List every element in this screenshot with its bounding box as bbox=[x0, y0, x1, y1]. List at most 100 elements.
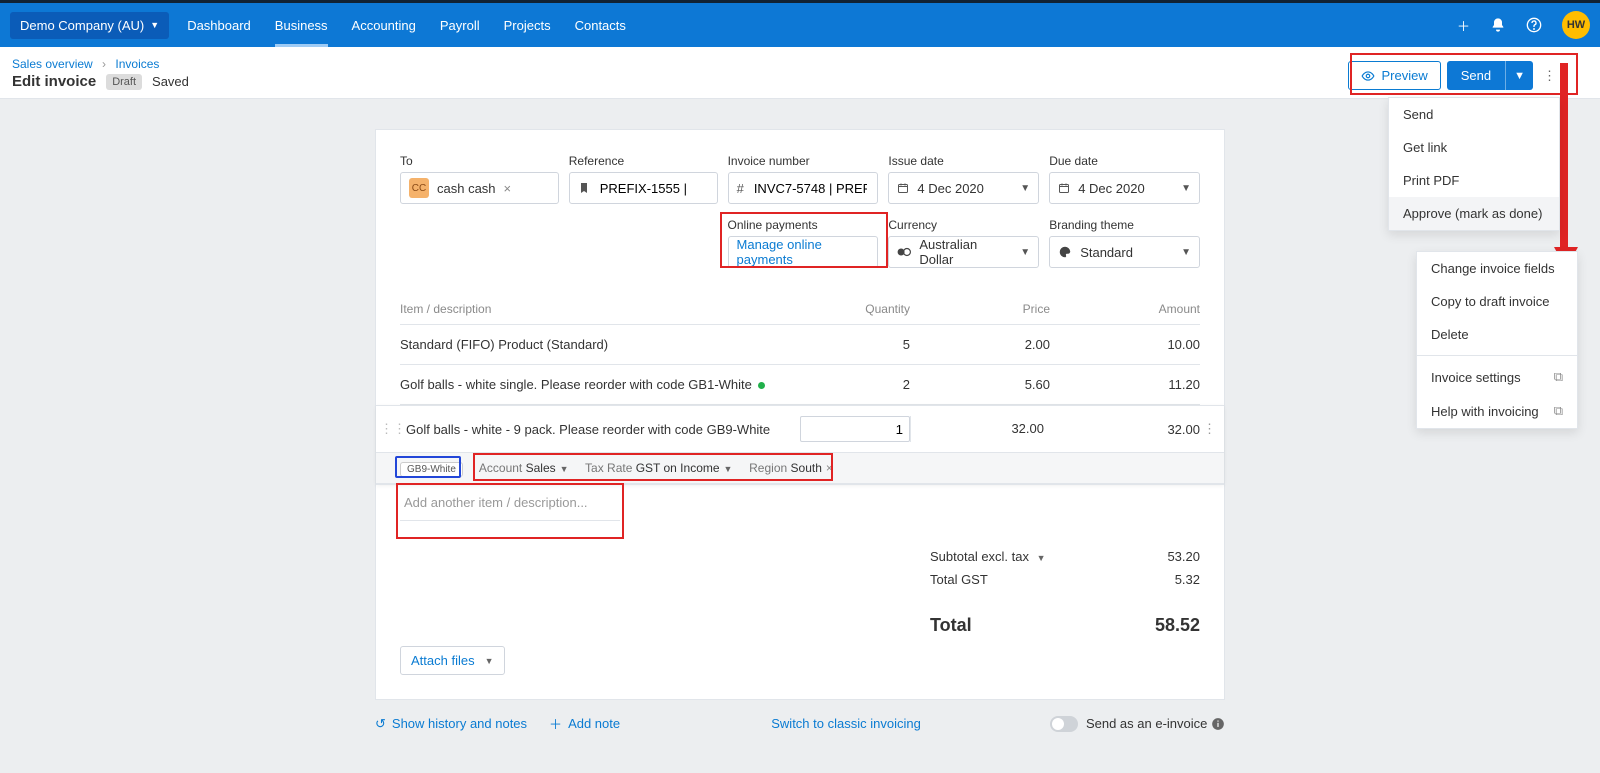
line-row-editing[interactable]: ⋮⋮ Golf balls - white - 9 pack. Please r… bbox=[400, 406, 1200, 452]
reference-label: Reference bbox=[569, 154, 718, 168]
preview-button[interactable]: Preview bbox=[1348, 61, 1440, 90]
menu-print-pdf[interactable]: Print PDF bbox=[1389, 164, 1559, 197]
einvoice-toggle[interactable] bbox=[1050, 716, 1078, 732]
item-code-chip[interactable]: GB9-White bbox=[400, 462, 463, 477]
avatar[interactable]: HW bbox=[1562, 11, 1590, 39]
add-line-input[interactable]: Add another item / description... bbox=[400, 485, 1200, 520]
footer-row: ↺ Show history and notes ＋ Add note Swit… bbox=[375, 714, 1225, 733]
to-label: To bbox=[400, 154, 559, 168]
issue-date-value: 4 Dec 2020 bbox=[917, 181, 984, 196]
nav-projects[interactable]: Projects bbox=[504, 4, 551, 47]
to-value: cash cash bbox=[437, 181, 496, 196]
send-button[interactable]: Send bbox=[1447, 61, 1505, 90]
due-date-input[interactable]: 4 Dec 2020 ▼ bbox=[1049, 172, 1200, 204]
calendar-icon bbox=[897, 182, 909, 194]
hash-icon: # bbox=[737, 181, 744, 196]
row-more-button[interactable]: ⋮ bbox=[1203, 421, 1216, 437]
account-select[interactable]: Sales▼ bbox=[526, 461, 569, 475]
top-nav: Demo Company (AU) ▼ Dashboard Business A… bbox=[0, 3, 1600, 47]
contact-chip: CC bbox=[409, 178, 429, 198]
help-icon[interactable] bbox=[1526, 17, 1542, 33]
due-date-label: Due date bbox=[1049, 154, 1200, 168]
einvoice-label: Send as an e-invoice bbox=[1086, 716, 1207, 731]
clear-icon[interactable]: × bbox=[504, 181, 512, 196]
chevron-down-icon: ▼ bbox=[1181, 247, 1191, 258]
currency-value: Australian Dollar bbox=[919, 237, 1012, 267]
subheader: Sales overview › Invoices Edit invoice D… bbox=[0, 47, 1600, 99]
plus-icon: ＋ bbox=[549, 714, 562, 733]
nav-payroll[interactable]: Payroll bbox=[440, 4, 480, 47]
send-menu: Send Get link Print PDF Approve (mark as… bbox=[1388, 97, 1560, 231]
page-title: Edit invoice bbox=[12, 73, 96, 90]
menu-get-link[interactable]: Get link bbox=[1389, 131, 1559, 164]
menu-copy-draft[interactable]: Copy to draft invoice bbox=[1417, 285, 1577, 318]
col-amount: Amount bbox=[1050, 302, 1200, 316]
bell-icon[interactable] bbox=[1490, 17, 1506, 33]
to-input[interactable]: CC cash cash × bbox=[400, 172, 559, 204]
palette-icon bbox=[1058, 245, 1072, 259]
reference-value[interactable] bbox=[598, 180, 709, 197]
nav-contacts[interactable]: Contacts bbox=[575, 4, 626, 47]
show-history-link[interactable]: ↺ Show history and notes bbox=[375, 716, 527, 732]
online-payments-label: Online payments bbox=[728, 218, 879, 232]
invoice-number-value[interactable] bbox=[752, 180, 870, 197]
invoice-card: To CC cash cash × Reference Invoice numb… bbox=[375, 129, 1225, 700]
tax-rate-select[interactable]: GST on Income▼ bbox=[636, 461, 733, 475]
invoice-number-input[interactable]: # bbox=[728, 172, 879, 204]
status-dot-icon bbox=[758, 382, 765, 389]
online-payments-link[interactable]: Manage online payments bbox=[728, 236, 879, 268]
eye-icon bbox=[1361, 69, 1375, 83]
col-qty: Quantity bbox=[800, 302, 910, 316]
reference-input[interactable] bbox=[569, 172, 718, 204]
currency-label: Currency bbox=[888, 218, 1039, 232]
region-select[interactable]: South× bbox=[791, 461, 833, 475]
preview-label: Preview bbox=[1381, 68, 1427, 83]
nav-accounting[interactable]: Accounting bbox=[352, 4, 416, 47]
attach-files-button[interactable]: Attach files ▼ bbox=[400, 646, 505, 675]
currency-select[interactable]: Australian Dollar ▼ bbox=[888, 236, 1039, 268]
nav-business[interactable]: Business bbox=[275, 4, 328, 47]
history-icon: ↺ bbox=[375, 716, 386, 732]
chevron-down-icon[interactable]: ▼ bbox=[1037, 553, 1046, 563]
line-row[interactable]: Standard (FIFO) Product (Standard) 5 2.0… bbox=[400, 325, 1200, 365]
chevron-down-icon: ▼ bbox=[1020, 247, 1030, 258]
avatar-initials: HW bbox=[1567, 19, 1585, 31]
currency-icon bbox=[897, 247, 911, 257]
switch-classic-link[interactable]: Switch to classic invoicing bbox=[771, 716, 921, 731]
chevron-down-icon: ▼ bbox=[485, 656, 494, 666]
crumb-invoices[interactable]: Invoices bbox=[115, 57, 159, 71]
totals-block: Subtotal excl. tax ▼ 53.20 Total GST 5.3… bbox=[930, 545, 1200, 636]
branding-select[interactable]: Standard ▼ bbox=[1049, 236, 1200, 268]
col-price: Price bbox=[910, 302, 1050, 316]
branding-value: Standard bbox=[1080, 245, 1133, 260]
chevron-down-icon: ▼ bbox=[1020, 183, 1030, 194]
calendar-icon bbox=[1058, 182, 1070, 194]
more-menu: Change invoice fields Copy to draft invo… bbox=[1416, 251, 1578, 429]
crumb-sales[interactable]: Sales overview bbox=[12, 57, 93, 71]
send-dropdown-button[interactable]: ▼ bbox=[1505, 61, 1533, 90]
add-note-link[interactable]: ＋ Add note bbox=[549, 714, 620, 733]
issue-date-input[interactable]: 4 Dec 2020 ▼ bbox=[888, 172, 1039, 204]
menu-delete[interactable]: Delete bbox=[1417, 318, 1577, 351]
external-link-icon: ⧉ bbox=[1554, 403, 1563, 419]
more-button[interactable]: ⋮ bbox=[1539, 62, 1560, 90]
drag-handle-icon[interactable]: ⋮⋮ bbox=[380, 421, 406, 437]
menu-change-fields[interactable]: Change invoice fields bbox=[1417, 252, 1577, 285]
chevron-down-icon: ▼ bbox=[150, 20, 159, 30]
menu-approve[interactable]: Approve (mark as done) bbox=[1389, 197, 1559, 230]
menu-send[interactable]: Send bbox=[1389, 98, 1559, 131]
qty-input[interactable] bbox=[800, 416, 910, 442]
clear-icon[interactable]: × bbox=[826, 461, 833, 475]
line-row[interactable]: Golf balls - white single. Please reorde… bbox=[400, 365, 1200, 405]
saved-label: Saved bbox=[152, 74, 189, 89]
branding-label: Branding theme bbox=[1049, 218, 1200, 232]
plus-icon[interactable]: ＋ bbox=[1457, 16, 1470, 35]
org-name: Demo Company (AU) bbox=[20, 18, 144, 33]
nav-dashboard[interactable]: Dashboard bbox=[187, 4, 251, 47]
menu-help-invoicing[interactable]: Help with invoicing⧉ bbox=[1417, 394, 1577, 428]
menu-invoice-settings[interactable]: Invoice settings⧉ bbox=[1417, 360, 1577, 394]
org-selector[interactable]: Demo Company (AU) ▼ bbox=[10, 12, 169, 39]
line-table-header: Item / description Quantity Price Amount bbox=[400, 294, 1200, 325]
col-item: Item / description bbox=[400, 302, 800, 316]
info-icon[interactable] bbox=[1211, 717, 1225, 731]
